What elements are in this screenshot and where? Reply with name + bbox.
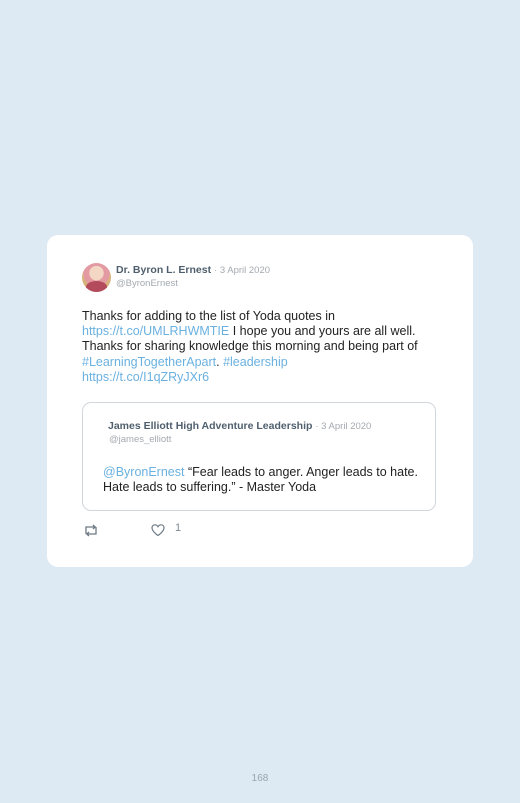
heart-icon[interactable] (150, 522, 166, 538)
hashtag-learning-together-apart[interactable]: #LearningTogetherApart (82, 355, 216, 369)
tweet-text: Thanks for adding to the list of Yoda qu… (82, 309, 447, 385)
avatar[interactable] (82, 263, 111, 292)
quoted-author-name[interactable]: James Elliott High Adventure Leadership (108, 420, 312, 432)
tweet-link-2[interactable]: https://t.co/I1qZRyJXr6 (82, 370, 209, 384)
quoted-author-handle[interactable]: @james_elliott (109, 434, 171, 445)
tweet-header: Dr. Byron L. Ernest · 3 April 2020 (116, 264, 270, 276)
tweet-date: · 3 April 2020 (214, 265, 271, 276)
page-number: 168 (251, 773, 269, 784)
quoted-tweet[interactable]: James Elliott High Adventure Leadership … (82, 402, 436, 511)
tweet-text-part1: Thanks for adding to the list of Yoda qu… (82, 309, 335, 323)
tweet-link-1[interactable]: https://t.co/UMLRHWMTIE (82, 324, 229, 338)
quoted-mention[interactable]: @ByronErnest (103, 465, 184, 479)
hashtag-leadership[interactable]: #leadership (223, 355, 288, 369)
author-handle[interactable]: @ByronErnest (116, 278, 178, 289)
retweet-icon[interactable] (82, 522, 100, 538)
quoted-tweet-text: @ByronErnest “Fear leads to anger. Anger… (103, 465, 418, 495)
quoted-tweet-header: James Elliott High Adventure Leadership … (108, 420, 371, 432)
author-name[interactable]: Dr. Byron L. Ernest (116, 264, 211, 276)
tweet-card: Dr. Byron L. Ernest · 3 April 2020 @Byro… (47, 235, 473, 567)
quoted-tweet-date: · 3 April 2020 (315, 421, 372, 432)
like-count: 1 (175, 522, 182, 534)
